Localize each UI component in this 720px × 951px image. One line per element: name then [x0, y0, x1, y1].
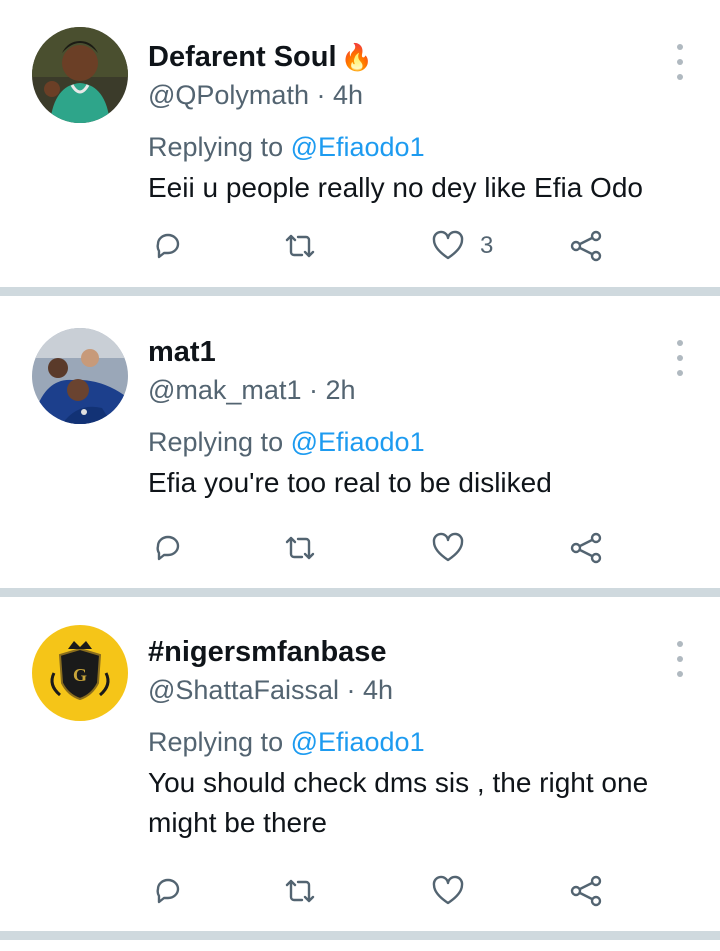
replying-to-label: Replying to — [148, 132, 291, 162]
dot-separator: · — [301, 375, 326, 405]
divider — [0, 588, 720, 597]
replying-to: Replying to @Efiaodo1 — [148, 425, 660, 459]
heart-icon — [432, 532, 464, 562]
mention-link[interactable]: @Efiaodo1 — [291, 727, 425, 757]
share-icon — [570, 230, 602, 262]
retweet-button[interactable] — [282, 871, 318, 911]
retweet-button[interactable] — [282, 528, 318, 568]
replying-to-label: Replying to — [148, 427, 291, 457]
display-name[interactable]: #nigersmfanbase — [148, 635, 660, 669]
mention-link[interactable]: @Efiaodo1 — [291, 427, 425, 457]
dot-separator: · — [339, 675, 363, 705]
tweet-card[interactable]: mat1 @mak_mat1 · 2h Replying to @Efiaodo… — [0, 296, 720, 588]
replying-to: Replying to @Efiaodo1 — [148, 725, 660, 759]
like-button[interactable] — [430, 871, 480, 911]
like-button[interactable]: 3 — [430, 226, 493, 266]
avatar[interactable]: G — [32, 625, 128, 721]
tweet-card[interactable]: Defarent Soul 🔥 @QPolymath · 4h Replying… — [0, 0, 720, 287]
timestamp[interactable]: 2h — [325, 375, 355, 405]
user-handle[interactable]: @ShattaFaissal — [148, 675, 339, 705]
handle-line: @mak_mat1 · 2h — [148, 373, 660, 407]
like-button[interactable] — [430, 528, 480, 568]
share-button[interactable] — [568, 226, 604, 266]
display-name-text: #nigersmfanbase — [148, 636, 387, 668]
svg-text:G: G — [73, 665, 87, 685]
share-button[interactable] — [568, 871, 604, 911]
reply-icon — [156, 878, 180, 904]
timestamp[interactable]: 4h — [363, 675, 393, 705]
reply-button[interactable] — [150, 871, 186, 911]
tweet-text: Efia you're too real to be disliked — [148, 467, 552, 498]
reply-button[interactable] — [150, 528, 186, 568]
heart-icon — [432, 230, 464, 260]
share-icon — [570, 532, 602, 564]
timestamp[interactable]: 4h — [333, 80, 363, 110]
action-bar — [150, 528, 620, 568]
avatar[interactable] — [32, 328, 128, 424]
retweet-icon — [285, 234, 315, 258]
replying-to-label: Replying to — [148, 727, 291, 757]
retweet-button[interactable] — [282, 226, 318, 266]
divider — [0, 931, 720, 940]
display-name-text: mat1 — [148, 336, 216, 368]
divider — [0, 287, 720, 296]
reply-button[interactable] — [150, 226, 186, 266]
handle-line: @ShattaFaissal · 4h — [148, 673, 660, 707]
reply-icon — [156, 233, 180, 259]
more-vertical-icon[interactable] — [672, 340, 688, 376]
retweet-icon — [285, 879, 315, 903]
display-name-text: Defarent Soul — [148, 41, 337, 73]
display-name[interactable]: Defarent Soul 🔥 — [148, 40, 660, 74]
replying-to: Replying to @Efiaodo1 — [148, 130, 660, 164]
handle-line: @QPolymath · 4h — [148, 78, 660, 112]
more-vertical-icon[interactable] — [672, 44, 688, 80]
tweet-text: You should check dms sis , the right one… — [148, 767, 649, 838]
fire-icon: 🔥 — [340, 42, 373, 72]
like-count: 3 — [480, 232, 494, 259]
reply-feed: Defarent Soul 🔥 @QPolymath · 4h Replying… — [0, 0, 720, 940]
share-icon — [570, 875, 602, 907]
display-name[interactable]: mat1 — [148, 335, 660, 369]
heart-icon — [432, 875, 464, 905]
tweet-card[interactable]: G #nigersmfanbase @ShattaFaissal · 4h Re… — [0, 597, 720, 931]
user-handle[interactable]: @mak_mat1 — [148, 375, 301, 405]
tweet-text: Eeii u people really no dey like Efia Od… — [148, 172, 643, 203]
retweet-icon — [285, 536, 315, 560]
share-button[interactable] — [568, 528, 604, 568]
action-bar: 3 — [150, 226, 620, 266]
user-handle[interactable]: @QPolymath — [148, 80, 309, 110]
dot-separator: · — [308, 80, 333, 110]
mention-link[interactable]: @Efiaodo1 — [291, 132, 425, 162]
reply-icon — [156, 535, 180, 561]
action-bar — [150, 871, 620, 911]
more-vertical-icon[interactable] — [672, 641, 688, 677]
avatar[interactable] — [32, 27, 128, 123]
